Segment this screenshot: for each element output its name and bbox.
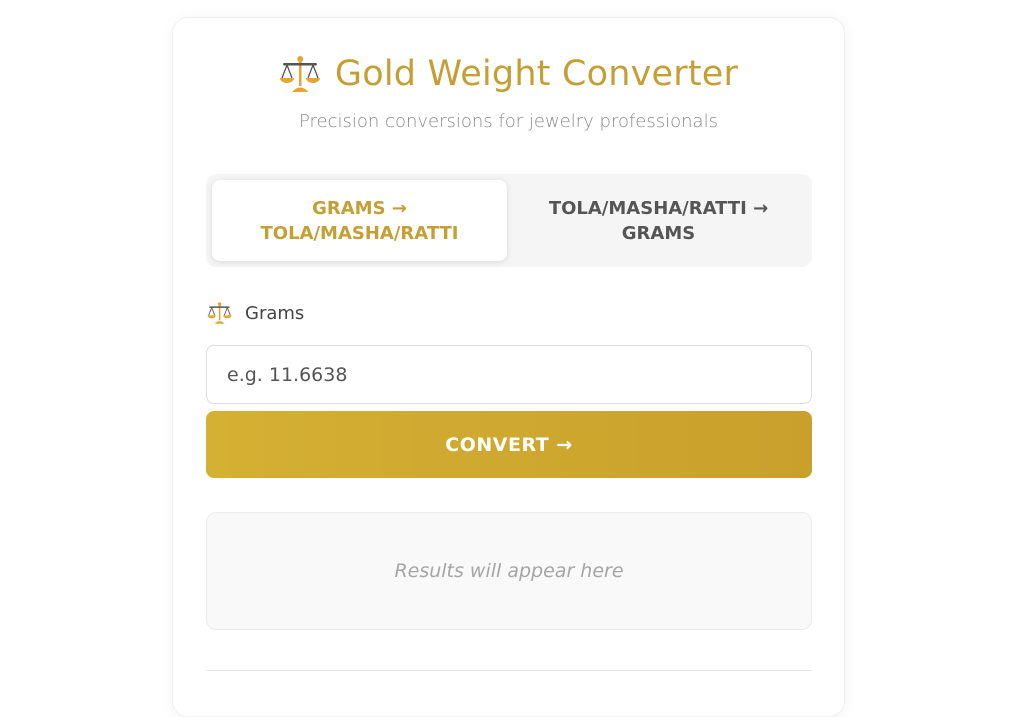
grams-label-text: Grams [245,302,305,324]
results-placeholder: Results will appear here [394,560,624,582]
divider [206,670,812,671]
balance-scale-icon [207,302,232,324]
converter-card: Gold Weight Converter Precision conversi… [172,17,845,717]
header: Gold Weight Converter [173,54,844,94]
mode-tabs: GRAMS → TOLA/MASHA/RATTI TOLA/MASHA/RATT… [206,174,812,267]
grams-field-label: Grams [206,301,304,325]
page-subtitle: Precision conversions for jewelry profes… [299,111,718,132]
page-title: Gold Weight Converter [334,54,739,94]
results-panel: Results will appear here [206,512,812,630]
tab-tola-to-grams[interactable]: TOLA/MASHA/RATTI → GRAMS [511,180,806,261]
grams-input[interactable] [206,345,812,404]
tab-grams-to-tola[interactable]: GRAMS → TOLA/MASHA/RATTI [212,180,507,261]
convert-button[interactable]: CONVERT → [206,411,812,478]
balance-scale-icon [279,56,320,92]
